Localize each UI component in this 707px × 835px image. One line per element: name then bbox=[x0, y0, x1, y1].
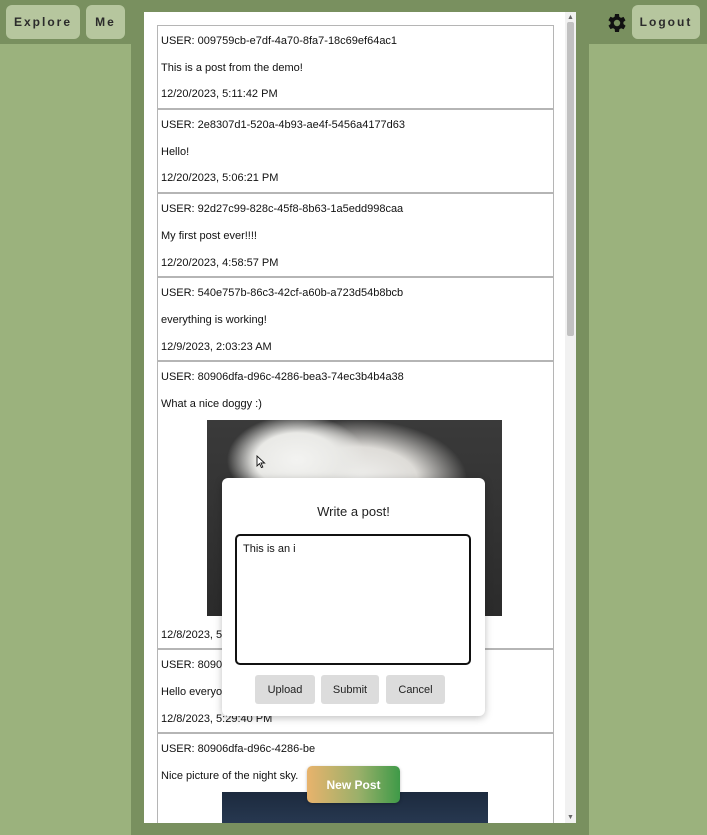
post-text: What a nice doggy :) bbox=[161, 397, 262, 410]
post-user: USER: 009759cb-e7df-4a70-8fa7-18c69ef64a… bbox=[161, 35, 398, 47]
left-side-panel bbox=[0, 44, 131, 835]
post: USER: 92d27c99-828c-45f8-8b63-1a5edd998c… bbox=[158, 194, 553, 279]
post-text: everything is working! bbox=[161, 313, 267, 326]
post-user: USER: 540e757b-86c3-42cf-a60b-a723d54b8b… bbox=[161, 287, 404, 300]
post-text: Hello! bbox=[161, 145, 190, 158]
post-user: USER: 2e8307d1-520a-4b93-ae4f-5456a4177d… bbox=[161, 119, 406, 132]
post: USER: 2e8307d1-520a-4b93-ae4f-5456a4177d… bbox=[158, 110, 553, 195]
post-timestamp: 12/20/2023, 5:06:21 PM bbox=[161, 172, 279, 185]
mouse-cursor-icon bbox=[256, 455, 266, 469]
gear-icon[interactable] bbox=[604, 11, 628, 35]
post: USER: 540e757b-86c3-42cf-a60b-a723d54b8b… bbox=[158, 278, 553, 363]
scrollbar[interactable]: ▲ ▼ bbox=[565, 12, 576, 823]
dialog-title: Write a post! bbox=[317, 504, 390, 519]
post-user: USER: 92d27c99-828c-45f8-8b63-1a5edd998c… bbox=[161, 203, 404, 216]
post-timestamp: 12/9/2023, 2:03:23 AM bbox=[161, 340, 272, 353]
upload-button[interactable]: Upload bbox=[255, 675, 315, 704]
scroll-down-arrow-icon[interactable]: ▼ bbox=[565, 812, 576, 823]
post: USER: 009759cb-e7df-4a70-8fa7-18c69ef64a… bbox=[158, 26, 553, 111]
post-text: My first post ever!!!! bbox=[161, 229, 257, 242]
explore-button[interactable]: Explore bbox=[6, 5, 80, 39]
scroll-thumb[interactable] bbox=[567, 22, 574, 336]
logout-button[interactable]: Logout bbox=[632, 5, 700, 39]
right-side-panel bbox=[589, 44, 707, 835]
new-post-button[interactable]: New Post bbox=[307, 766, 400, 803]
write-post-dialog: Write a post! This is an i Upload Submit… bbox=[222, 478, 485, 716]
post-user: USER: 80906dfa-d96c-4286-be bbox=[161, 743, 316, 756]
submit-button[interactable]: Submit bbox=[321, 675, 379, 704]
post-user: USER: 80906dfa-d96c-4286-bea3-74ec3b4b4a… bbox=[161, 371, 404, 384]
me-button[interactable]: Me bbox=[86, 5, 125, 39]
post-timestamp: 12/20/2023, 5:11:42 PM bbox=[161, 88, 278, 101]
post-text-input[interactable]: This is an i bbox=[235, 534, 471, 665]
post-timestamp: 12/20/2023, 4:58:57 PM bbox=[161, 256, 279, 269]
post-text: This is a post from the demo! bbox=[161, 61, 303, 74]
cancel-button[interactable]: Cancel bbox=[386, 675, 445, 704]
